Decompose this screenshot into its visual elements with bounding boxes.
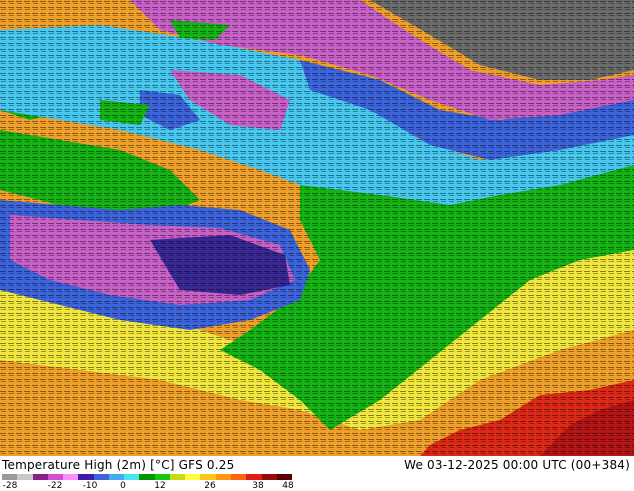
legend-swatch — [215, 474, 231, 480]
legend-swatch — [32, 474, 48, 480]
value-grid-overlay — [0, 0, 634, 456]
map-timestamp: We 03-12-2025 00:00 UTC (00+384) — [404, 458, 630, 472]
legend-swatch — [261, 474, 277, 480]
legend-swatch — [246, 474, 262, 480]
legend-swatch — [200, 474, 216, 480]
legend-swatch — [185, 474, 201, 480]
legend-swatch — [47, 474, 64, 480]
legend-swatch — [124, 474, 140, 480]
legend-swatch — [230, 474, 247, 480]
legend-swatch — [154, 474, 170, 480]
color-legend-bar — [2, 474, 293, 480]
map-title: Temperature High (2m) [°C] GFS 0.25 — [2, 458, 235, 472]
legend-swatch — [169, 474, 186, 480]
temperature-map — [0, 0, 634, 456]
footer-bar: Temperature High (2m) [°C] GFS 0.25 We 0… — [0, 456, 634, 491]
legend-swatch — [17, 474, 33, 480]
legend-swatch — [78, 474, 94, 480]
legend-swatch — [276, 474, 293, 480]
legend-swatch — [2, 474, 18, 480]
legend-swatch — [63, 474, 79, 480]
legend-swatch — [93, 474, 109, 480]
legend-swatch — [108, 474, 125, 480]
legend-swatch — [139, 474, 155, 480]
